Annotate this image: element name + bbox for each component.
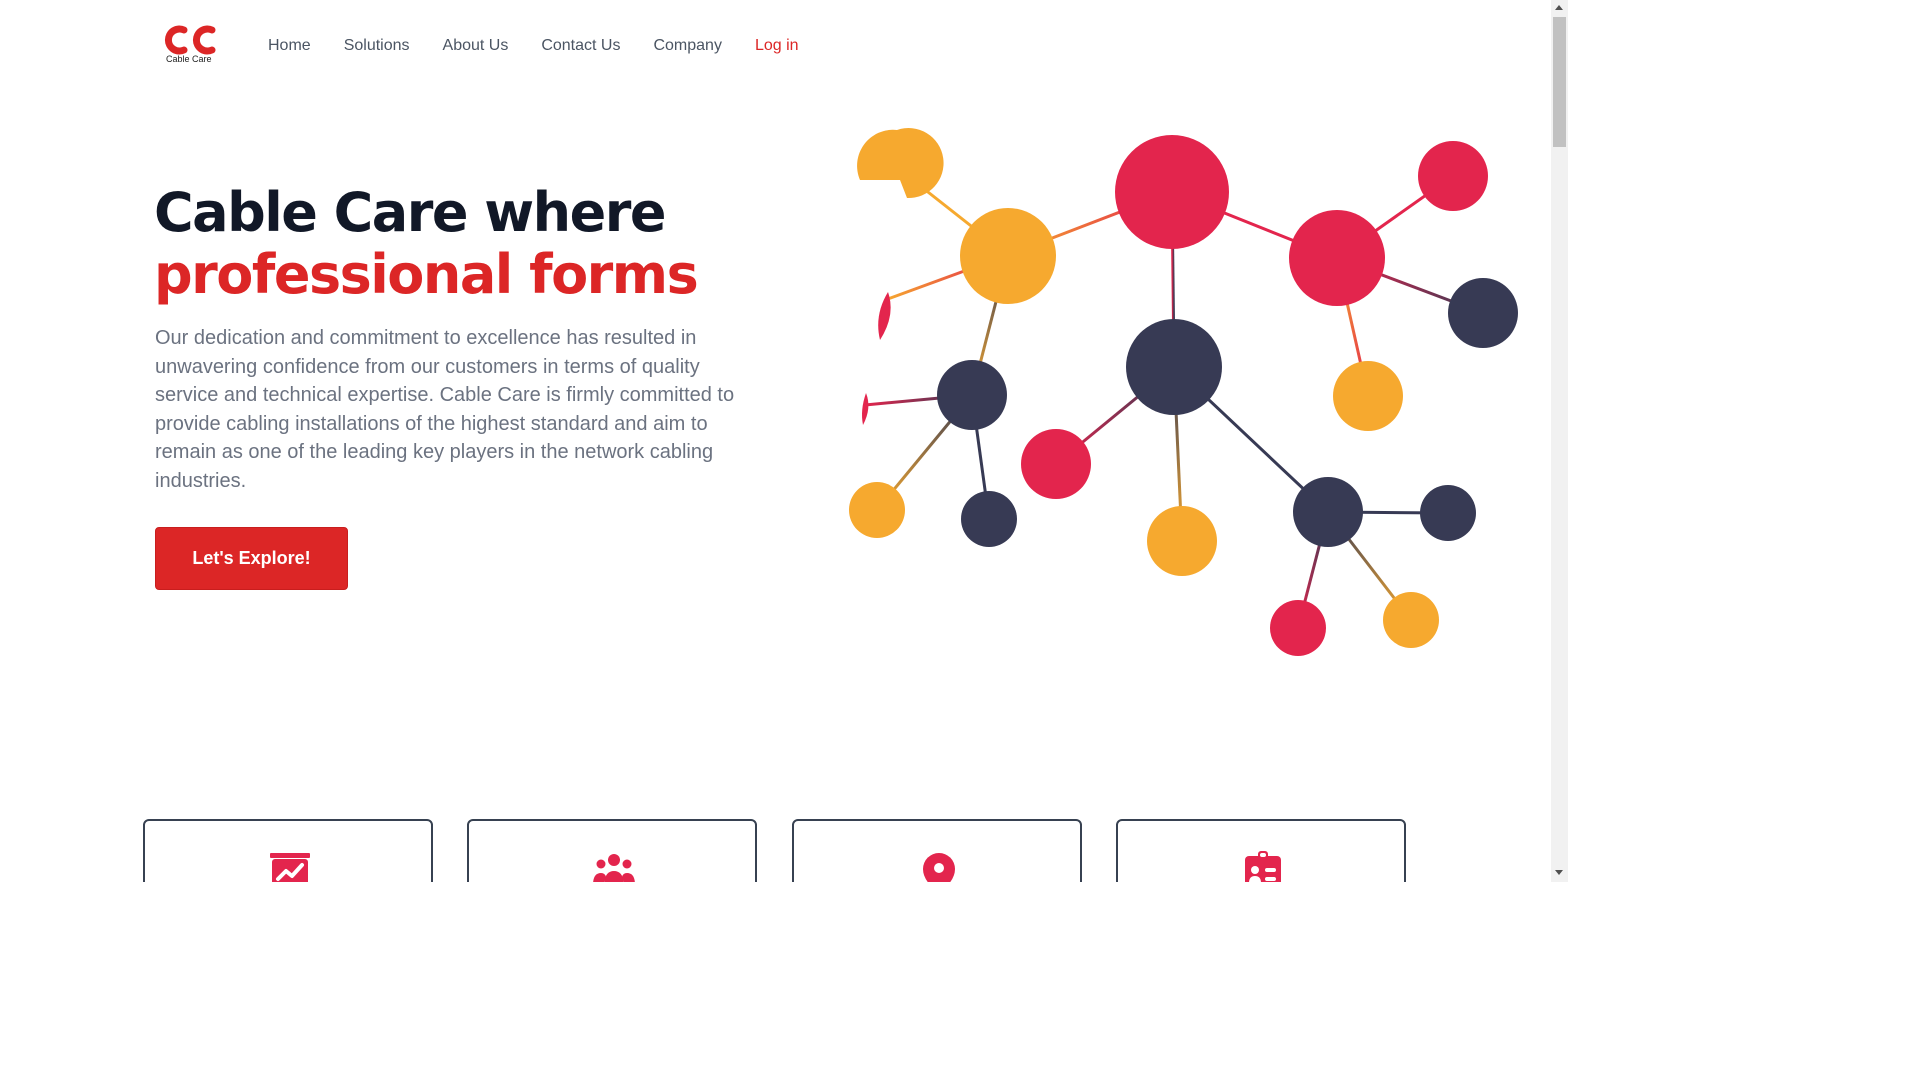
scroll-down-arrow-icon[interactable] [1555,870,1563,875]
node-navy-medium [937,360,1007,430]
node-navy-small [1420,485,1476,541]
node-orange-partial [857,128,944,199]
hero-title-line-2: professional forms [154,243,699,306]
node-orange-small [849,482,905,538]
node-orange-small [1383,592,1439,648]
node-red-partial [862,393,869,425]
node-red-medium [1289,210,1385,306]
hero-description: Our dedication and commitment to excelle… [155,327,735,492]
nav-home[interactable]: Home [268,34,311,58]
clipboard-user-icon [1245,851,1281,882]
scrollbar-thumb[interactable] [1553,17,1566,147]
explore-button[interactable]: Let's Explore! [155,527,348,590]
node-red-partial [878,292,891,340]
scroll-up-arrow-icon[interactable] [1555,5,1563,10]
brand-name: Cable Care [166,54,212,64]
nav-contact-us[interactable]: Contact Us [541,34,620,58]
page: Cable Care Home Solutions About Us Conta… [0,0,1551,882]
network-molecule-illustration [849,128,1518,656]
node-orange-small [1333,361,1403,431]
hero-title-line-1: Cable Care where [154,181,667,244]
node-navy-small [961,491,1017,547]
feature-card-location[interactable] [792,819,1082,882]
main-nav: Home Solutions About Us Contact Us Compa… [268,34,832,58]
node-orange-large [960,208,1056,304]
nav-company[interactable]: Company [653,34,721,58]
node-red-large [1115,135,1229,249]
node-navy-small [1448,278,1518,348]
node-red-small [1270,600,1326,656]
node-orange-small [1147,506,1217,576]
location-pin-icon [923,853,955,882]
nav-about-us[interactable]: About Us [443,34,509,58]
nav-solutions[interactable]: Solutions [344,34,410,58]
brand-logo[interactable]: Cable Care [160,24,218,66]
feature-card-team[interactable] [467,819,757,882]
chart-icon [270,853,310,882]
feature-card-analytics[interactable] [143,819,433,882]
vertical-scrollbar[interactable] [1551,0,1568,882]
feature-card-profile[interactable] [1116,819,1406,882]
node-red-small [1418,141,1488,211]
node-red-small [1021,429,1091,499]
team-icon [593,854,635,882]
node-navy-medium [1293,477,1363,547]
hero-title: Cable Care where professional forms [154,181,699,306]
login-link[interactable]: Log in [755,34,799,58]
node-navy-large [1126,319,1222,415]
